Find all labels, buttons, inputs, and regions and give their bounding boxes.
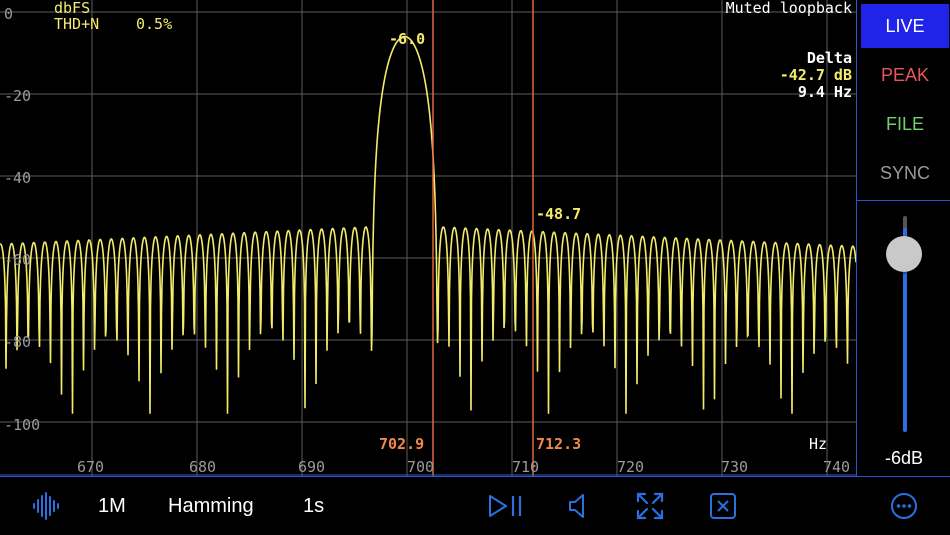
gain-label: -6dB: [884, 448, 924, 468]
waveform-icon[interactable]: [31, 491, 61, 521]
cursor-a-label: 702.9: [379, 435, 425, 453]
y-tick-20: -20: [4, 87, 32, 105]
x-tick-680: 680: [189, 458, 217, 476]
cursor-b-label: 712.3: [536, 435, 582, 453]
x-tick-700: 700: [407, 458, 435, 476]
duration-button[interactable]: 1s: [303, 477, 324, 535]
expand-icon[interactable]: [635, 491, 665, 521]
speaker-icon[interactable]: [564, 491, 594, 521]
y-tick-60: -60: [4, 251, 32, 269]
sidelobe-peak-label: -48.7: [536, 205, 582, 223]
status-label: Muted loopback: [725, 0, 852, 17]
play-pause-icon[interactable]: [487, 491, 525, 521]
spectrum-svg: [0, 0, 856, 476]
mode-sync-button[interactable]: SYNC: [861, 151, 949, 195]
delta-db: -42.7 dB: [779, 66, 852, 84]
x-tick-730: 730: [721, 458, 749, 476]
delta-hz: 9.4 Hz: [797, 83, 852, 101]
main-peak-label: -6.0: [389, 30, 426, 48]
x-tick-720: 720: [617, 458, 645, 476]
thd-value: 0.5%: [136, 15, 173, 33]
mode-live-button[interactable]: LIVE: [861, 4, 949, 48]
spectrum-plot[interactable]: 0 -20 -40 -60 -80 -100 dbFS THD+N 0.5% M…: [0, 0, 856, 476]
y-tick-40: -40: [4, 169, 32, 187]
fft-length-button[interactable]: 1M: [98, 477, 126, 535]
x-unit-label: Hz: [809, 435, 828, 453]
delta-title: Delta: [806, 49, 852, 67]
gain-slider-thumb[interactable]: [886, 236, 922, 272]
x-tick-670: 670: [77, 458, 105, 476]
clear-icon[interactable]: [708, 491, 738, 521]
more-icon[interactable]: [889, 491, 919, 521]
window-function-button[interactable]: Hamming: [168, 477, 254, 535]
y-tick-0: 0: [4, 5, 14, 23]
x-tick-690: 690: [298, 458, 326, 476]
x-tick-710: 710: [512, 458, 540, 476]
units-label: dbFS: [54, 0, 91, 17]
mode-file-button[interactable]: FILE: [861, 102, 949, 146]
side-panel: LIVE PEAK FILE SYNC -6dB: [856, 0, 950, 476]
y-tick-80: -80: [4, 333, 32, 351]
thd-label: THD+N: [54, 15, 100, 33]
x-tick-740: 740: [823, 458, 851, 476]
bottom-toolbar: 1M Hamming 1s: [0, 476, 950, 534]
y-tick-100: -100: [4, 416, 41, 434]
mode-peak-button[interactable]: PEAK: [861, 53, 949, 97]
spectrum-trace: [0, 35, 856, 414]
side-divider: [857, 200, 950, 201]
